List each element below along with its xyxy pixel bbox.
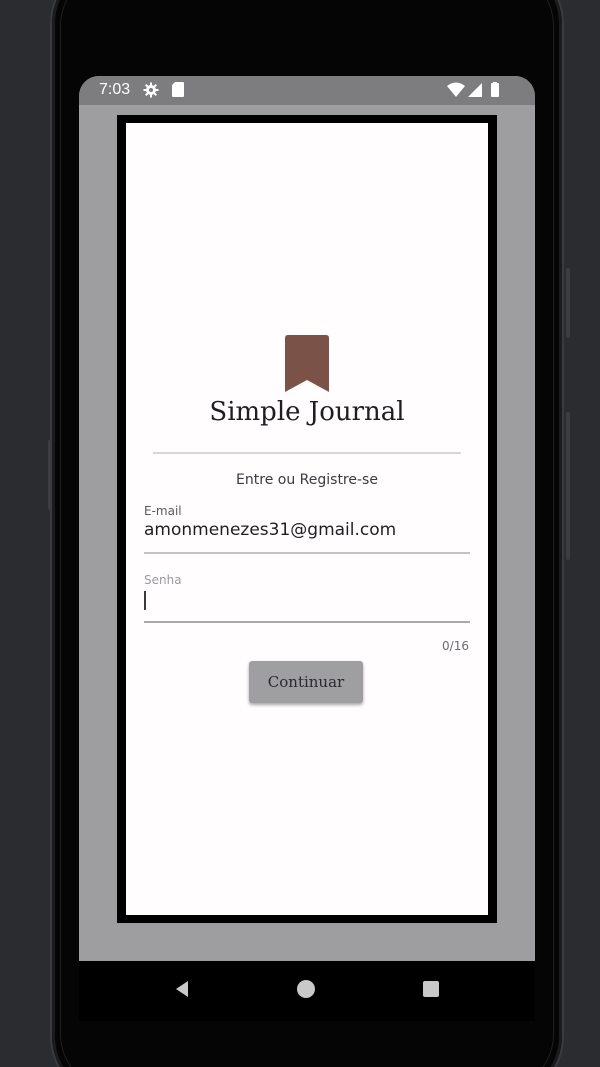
password-label: Senha xyxy=(144,573,182,587)
sd-card-icon xyxy=(172,82,184,97)
device-screen: 7:03 Simple Journal Entre ou Registre-se… xyxy=(79,76,535,961)
password-input[interactable] xyxy=(144,589,470,609)
status-time: 7:03 xyxy=(99,81,131,98)
gear-icon xyxy=(143,82,159,98)
email-label: E-mail xyxy=(144,504,182,518)
email-underline xyxy=(144,552,470,554)
navigation-bar xyxy=(79,961,535,1021)
back-icon[interactable] xyxy=(172,979,192,999)
power-button[interactable] xyxy=(566,268,570,338)
title-divider xyxy=(153,452,461,454)
bookmark-icon xyxy=(285,335,329,392)
app-window-frame: Simple Journal Entre ou Registre-se E-ma… xyxy=(117,115,497,923)
battery-icon xyxy=(491,83,499,97)
status-bar: 7:03 xyxy=(79,76,535,105)
password-underline xyxy=(144,621,470,623)
login-subtitle: Entre ou Registre-se xyxy=(236,472,378,488)
emulator-stage: 7:03 Simple Journal Entre ou Registre-se… xyxy=(0,0,600,1067)
password-field[interactable]: Senha xyxy=(144,573,470,623)
login-screen: Simple Journal Entre ou Registre-se E-ma… xyxy=(126,123,488,915)
home-icon[interactable] xyxy=(297,980,315,998)
signal-icon xyxy=(468,83,482,97)
password-char-counter: 0/16 xyxy=(442,639,469,653)
status-right-icons xyxy=(447,82,499,97)
side-key-left xyxy=(48,440,51,510)
continue-button[interactable]: Continuar xyxy=(249,661,363,703)
email-field[interactable]: E-mail xyxy=(144,504,470,554)
wifi-icon xyxy=(447,82,465,97)
recents-icon[interactable] xyxy=(423,981,439,997)
app-title: Simple Journal xyxy=(209,397,405,427)
volume-button[interactable] xyxy=(566,412,570,560)
email-input[interactable] xyxy=(144,520,470,540)
